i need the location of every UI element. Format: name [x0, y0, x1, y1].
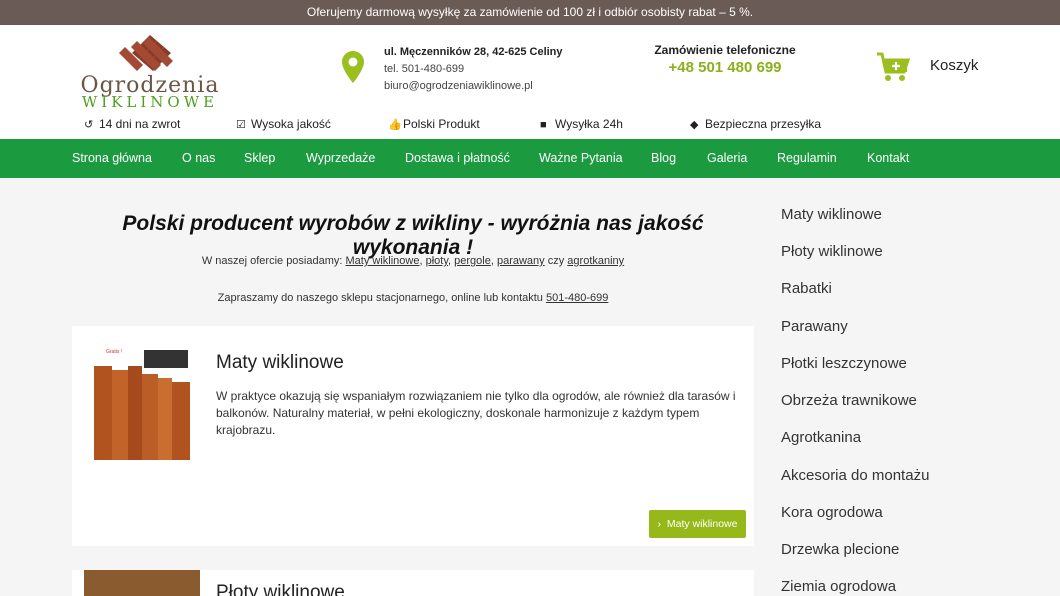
button-label: Maty wiklinowe [666, 518, 738, 530]
location-pin-icon [342, 51, 364, 83]
nav-faq[interactable]: Ważne Pytania [539, 139, 623, 178]
sidebar-item[interactable]: Parawany [781, 318, 848, 335]
link-maty[interactable]: Maty wiklinowe [346, 255, 420, 267]
logo-weave-icon [119, 35, 173, 71]
feature-label: Wysyłka 24h [555, 117, 623, 131]
promo-text: Oferujemy darmową wysyłkę za zamówienie … [306, 5, 754, 19]
sidebar-item[interactable]: Płoty wiklinowe [781, 243, 883, 260]
sidebar-item[interactable]: Obrzeża trawnikowe [781, 392, 917, 409]
image-gratis-label: Gratis ! [106, 349, 122, 355]
link-pergole[interactable]: pergole [454, 255, 491, 267]
feature-return: ↺ 14 dni na zwrot [84, 117, 180, 131]
sidebar-item[interactable]: Ziemia ogrodowa [781, 578, 896, 595]
link-agrotkaniny[interactable]: agrotkaniny [567, 255, 624, 267]
sidebar-item[interactable]: Akcesoria do montażu [781, 467, 929, 484]
email-text[interactable]: biuro@ogrodzeniawiklinowe.pl [384, 78, 563, 95]
main-nav: Strona główna O nas Sklep Wyprzedaże Dos… [0, 139, 1060, 178]
sidebar-item[interactable]: Rabatki [781, 280, 832, 297]
features-bar: ↺ 14 dni na zwrot ☑ Wysoka jakość 👍Polski … [0, 117, 1060, 137]
card-title[interactable]: Płoty wiklinowe [216, 582, 345, 596]
phone-number[interactable]: +48 501 480 699 [650, 59, 800, 76]
cart-label[interactable]: Koszyk [930, 57, 978, 74]
nav-shop[interactable]: Sklep [244, 139, 275, 178]
check-icon: ☑ [236, 119, 246, 131]
link-parawany[interactable]: parawany [497, 255, 545, 267]
card-description: W praktyce okazują się wspaniałym rozwią… [216, 389, 736, 437]
offer-text: W naszej ofercie posiadamy: Maty wiklino… [72, 255, 754, 267]
page-headline: Polski producent wyrobów z wikliny - wyr… [122, 212, 704, 259]
invite-phone-link[interactable]: 501-480-699 [546, 292, 608, 304]
feature-shipping: ■ Wysyłka 24h [540, 117, 623, 131]
feature-safe: ◆ Bezpieczna przesyłka [690, 117, 821, 131]
phone-order: Zamówienie telefoniczne +48 501 480 699 [650, 43, 800, 76]
cart-icon[interactable] [876, 52, 910, 82]
category-button[interactable]: › Maty wiklinowe [649, 510, 746, 538]
category-card: Płoty wiklinowe [72, 570, 754, 596]
nav-sales[interactable]: Wyprzedaże [306, 139, 375, 178]
logo[interactable]: Ogrodzenia WIKLINOWE [77, 33, 223, 111]
chevron-right-icon: › [657, 518, 662, 530]
address-text: ul. Męczenników 28, 42-625 Celiny [384, 46, 563, 58]
nav-blog[interactable]: Blog [651, 139, 676, 178]
promo-bar: Oferujemy darmową wysyłkę za zamówienie … [0, 0, 1060, 25]
feature-polish: 👍Polski Produkt [388, 117, 480, 131]
sidebar-item[interactable]: Drzewka plecione [781, 541, 899, 558]
thumb-up-icon: 👍 [388, 119, 402, 131]
feature-label: Polski Produkt [403, 117, 480, 131]
truck-icon: ■ [540, 119, 547, 131]
nav-home[interactable]: Strona główna [72, 139, 152, 178]
product-image[interactable] [84, 570, 200, 596]
sidebar-item[interactable]: Agrotkanina [781, 429, 861, 446]
card-title[interactable]: Maty wiklinowe [216, 352, 344, 374]
return-icon: ↺ [84, 119, 94, 131]
feature-label: Bezpieczna przesyłka [705, 117, 822, 131]
category-card: Gratis ! Maty wiklinowe W praktyce okazu… [72, 326, 754, 546]
feature-label: Wysoka jakość [251, 117, 331, 131]
nav-gallery[interactable]: Galeria [707, 139, 747, 178]
feature-label: 14 dni na zwrot [99, 117, 181, 131]
feature-quality: ☑ Wysoka jakość [236, 117, 331, 131]
nav-delivery[interactable]: Dostawa i płatność [405, 139, 510, 178]
tel-text[interactable]: tel. 501-480-699 [384, 61, 563, 78]
offer-sep: czy [544, 255, 568, 267]
invite-prefix: Zapraszamy do naszego sklepu stacjonarne… [217, 292, 546, 304]
sidebar-item[interactable]: Maty wiklinowe [781, 206, 882, 223]
nav-about[interactable]: O nas [182, 139, 215, 178]
offer-prefix: W naszej ofercie posiadamy: [201, 255, 346, 267]
shield-icon: ◆ [690, 119, 699, 131]
nav-contact[interactable]: Kontakt [867, 139, 909, 178]
logo-subtext: WIKLINOWE [81, 93, 219, 111]
phone-title: Zamówienie telefoniczne [654, 43, 796, 57]
invite-text: Zapraszamy do naszego sklepu stacjonarne… [72, 292, 754, 304]
sidebar-item[interactable]: Płotki leszczynowe [781, 355, 907, 372]
product-image[interactable]: Gratis ! [92, 344, 192, 460]
nav-terms[interactable]: Regulamin [777, 139, 837, 178]
contact-info: ul. Męczenników 28, 42-625 Celiny tel. 5… [384, 44, 563, 95]
site-header: Ogrodzenia WIKLINOWE ul. Męczenników 28,… [0, 25, 1060, 139]
link-ploty[interactable]: płoty [426, 255, 448, 267]
sidebar-item[interactable]: Kora ogrodowa [781, 504, 883, 521]
